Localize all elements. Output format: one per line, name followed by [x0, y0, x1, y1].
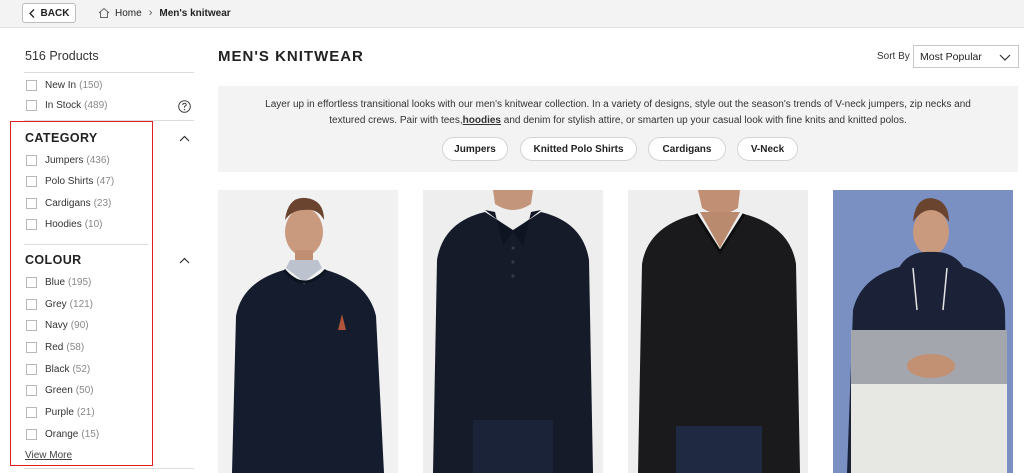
category-description: Layer up in effortless transitional look… [258, 97, 978, 129]
checkbox[interactable] [26, 80, 37, 91]
product-card[interactable] [628, 190, 808, 473]
quick-link-jumpers[interactable]: Jumpers [442, 137, 508, 161]
page-title: MEN'S KNITWEAR [218, 48, 364, 65]
sort-dropdown[interactable]: Most Popular [913, 45, 1019, 68]
quick-link-v-neck[interactable]: V-Neck [737, 137, 798, 161]
breadcrumb-current: Men's knitwear [159, 7, 231, 19]
checkbox[interactable] [26, 100, 37, 111]
description-text: and denim for stylish attire, or smarten… [500, 115, 907, 126]
divider [24, 468, 194, 469]
product-count: 516 Products [25, 49, 99, 63]
filter-label: In Stock [45, 100, 82, 111]
product-image[interactable] [628, 190, 808, 473]
filter-count: (150) [79, 80, 103, 91]
product-image[interactable] [833, 190, 1013, 473]
quick-link-cardigans[interactable]: Cardigans [648, 137, 726, 161]
chevron-up-icon[interactable] [179, 257, 190, 264]
chevron-down-icon [999, 54, 1011, 61]
filter-label: New In [45, 80, 77, 91]
divider [24, 72, 194, 73]
breadcrumb-home[interactable]: Home [115, 8, 142, 19]
hoodies-link[interactable]: hoodies [463, 115, 501, 126]
filter-count: (489) [84, 100, 108, 111]
back-label: BACK [40, 7, 70, 19]
breadcrumb: Home › Men's knitwear [98, 7, 231, 19]
sort-value: Most Popular [920, 50, 982, 63]
back-button[interactable]: BACK [22, 3, 76, 23]
breadcrumb-separator-icon: › [148, 7, 153, 19]
product-card[interactable] [423, 190, 603, 473]
sort-label: Sort By [877, 51, 910, 62]
category-description-panel: Layer up in effortless transitional look… [218, 86, 1018, 172]
chevron-left-icon [28, 8, 35, 18]
product-image[interactable] [218, 190, 398, 473]
filter-new-in[interactable]: New In (150) [26, 80, 102, 91]
filter-in-stock[interactable]: In Stock (489) [26, 100, 108, 111]
quick-link-knitted-polo-shirts[interactable]: Knitted Polo Shirts [520, 137, 637, 161]
product-card[interactable] [218, 190, 398, 473]
help-icon[interactable] [178, 100, 191, 113]
top-bar: BACK Home › Men's knitwear [0, 0, 1024, 28]
chevron-up-icon[interactable] [179, 135, 190, 142]
product-image[interactable] [423, 190, 603, 473]
highlight-box [10, 121, 153, 466]
home-icon[interactable] [98, 7, 110, 19]
product-card[interactable] [833, 190, 1013, 473]
